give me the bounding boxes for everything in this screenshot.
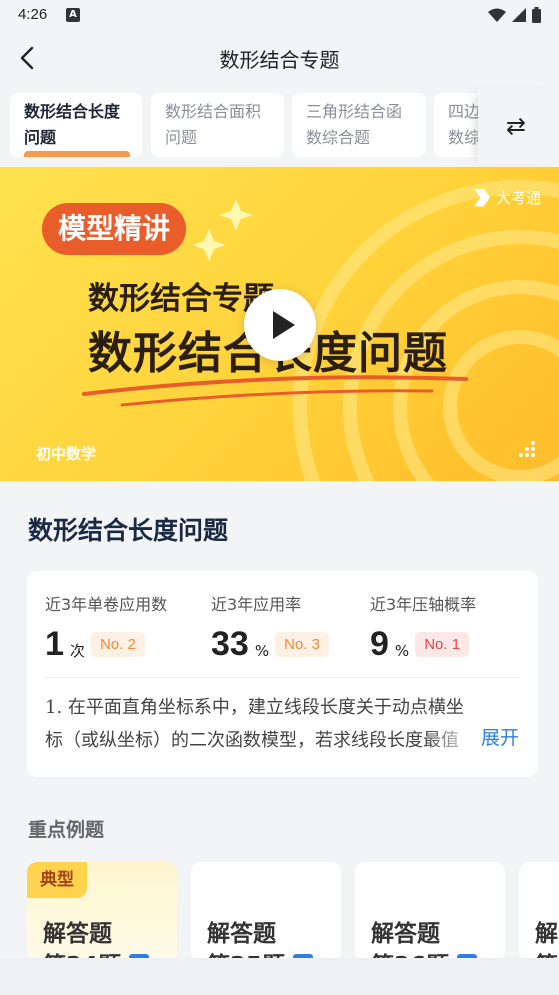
description-fade — [427, 721, 477, 757]
examples-heading: 重点例题 — [28, 819, 105, 841]
status-bar: 4:26 A — [0, 0, 559, 32]
example-card[interactable]: 解答题 第25题 — [191, 862, 341, 962]
topic-tabs: 数形结合长度 问题 数形结合面积 问题 三角形结合函 数综合题 四边 数综 ⇄ — [0, 88, 559, 164]
section-title-text: 数形结合长度问题 — [28, 516, 229, 545]
tab-label-line1: 数形结合面积 — [165, 102, 262, 121]
section-title: 数形结合长度问题 — [28, 511, 228, 547]
tab-label-line2: 问题 — [24, 128, 57, 147]
stat-final-probability: 近3年压轴概率 9 % No. 1 — [370, 591, 476, 664]
stat-label: 近3年应用率 — [211, 595, 302, 614]
example-card[interactable]: 解答题 第26题 — [355, 862, 505, 962]
tab-label-line2: 问题 — [165, 128, 198, 147]
tab-label-line1: 三角形结合函 — [306, 102, 403, 121]
wifi-icon — [488, 8, 506, 22]
tab-area-problem[interactable]: 数形结合面积 问题 — [151, 93, 284, 157]
stat-rank-badge: No. 3 — [275, 632, 329, 657]
model-badge: 模型精讲 — [42, 203, 187, 255]
swap-arrows-icon: ⇄ — [506, 112, 527, 140]
stat-label: 近3年压轴概率 — [370, 595, 477, 614]
stat-unit: % — [254, 641, 270, 660]
tab-switch-button[interactable]: ⇄ — [478, 88, 559, 164]
nav-bar: 数形结合专题 — [0, 32, 559, 84]
brand-name: 大考通 — [495, 189, 541, 207]
play-button[interactable] — [244, 289, 316, 361]
tab-active-indicator — [24, 151, 130, 157]
example-type: 解答题 — [207, 921, 276, 947]
notification-icon: A — [66, 8, 80, 22]
stats-card: 近3年单卷应用数 1 次 No. 2 近3年应用率 33 % No. 3 近3年… — [27, 571, 538, 777]
tab-length-problem[interactable]: 数形结合长度 问题 — [10, 93, 142, 157]
topic-description: 1. 在平面直角坐标系中，建立线段长度关于动点横坐标（或纵坐标）的二次函数模型，… — [45, 697, 464, 751]
stat-rank-badge: No. 1 — [415, 632, 470, 657]
example-card[interactable]: 解 第 — [519, 862, 559, 962]
brand-logo: 大考通 — [473, 187, 541, 208]
stat-usage-count: 近3年单卷应用数 1 次 No. 2 — [45, 591, 167, 664]
expand-button[interactable]: 展开 — [481, 723, 519, 750]
tab-label-line1: 数形结合长度 — [24, 102, 121, 121]
stat-value: 1 — [45, 625, 64, 663]
stat-value: 33 — [211, 625, 249, 663]
stat-unit: % — [394, 641, 410, 660]
signal-icon — [512, 8, 526, 22]
tab-triangle-function[interactable]: 三角形结合函 数综合题 — [292, 93, 426, 157]
stat-label: 近3年单卷应用数 — [45, 595, 168, 614]
content-area: 数形结合长度问题 近3年单卷应用数 1 次 No. 2 近3年应用率 33 % … — [0, 481, 559, 995]
example-type: 解 — [535, 921, 558, 947]
battery-icon — [532, 7, 541, 23]
page-title: 数形结合专题 — [219, 48, 340, 72]
typical-tag: 典型 — [27, 862, 87, 898]
tab-label-line2: 数综合题 — [306, 128, 371, 147]
brand-mark-icon — [473, 188, 490, 207]
stat-usage-rate: 近3年应用率 33 % No. 3 — [211, 591, 329, 664]
status-icons — [488, 7, 541, 23]
video-player[interactable]: 模型精讲 大考通 数形结合专题 数形结合长度问题 初中数学 — [0, 167, 559, 481]
example-type: 解答题 — [43, 921, 112, 947]
stat-rank-badge: No. 2 — [90, 632, 145, 657]
bottom-bar — [0, 958, 559, 995]
divider — [45, 677, 520, 678]
stat-unit: 次 — [69, 642, 85, 660]
example-type: 解答题 — [371, 921, 440, 947]
stat-value: 9 — [370, 625, 389, 663]
more-dots-icon[interactable] — [517, 439, 537, 459]
example-card[interactable]: 典型 解答题 第24题 — [27, 862, 177, 962]
status-time: 4:26 — [18, 6, 48, 23]
subject-label: 初中数学 — [36, 445, 97, 463]
